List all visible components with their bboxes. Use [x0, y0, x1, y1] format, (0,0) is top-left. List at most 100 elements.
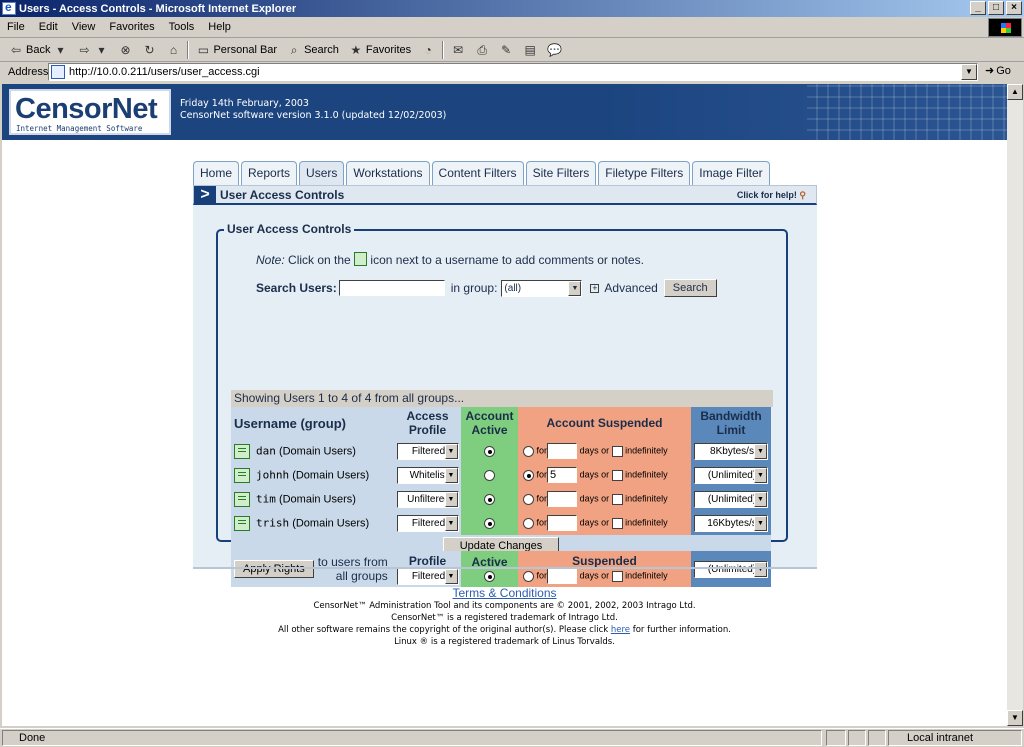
vertical-scrollbar[interactable]: ▲ ▼	[1007, 84, 1023, 726]
profile-select[interactable]: Filtered ▼	[396, 442, 459, 460]
apply-suspend-for-radio[interactable]	[523, 570, 535, 582]
tab-filetype-filters[interactable]: Filetype Filters	[598, 161, 691, 185]
profile-select[interactable]: Unfiltered ▼	[396, 490, 459, 508]
bandwidth-select[interactable]: 16Kbytes/s ▼	[694, 514, 768, 532]
suspended-cell: for days or indefinitely	[518, 439, 691, 463]
notes-book-icon[interactable]	[234, 515, 250, 531]
search-users-input[interactable]	[338, 280, 445, 296]
dropdown-arrow-icon[interactable]: ▾	[53, 43, 67, 57]
note-text-b: icon next to a username to add comments …	[370, 253, 644, 267]
group-select[interactable]: (all) ▼	[501, 279, 583, 297]
minimize-button[interactable]: _	[970, 1, 986, 15]
dropdown-arrow-icon[interactable]: ▾	[94, 43, 108, 57]
active-radio[interactable]	[484, 517, 495, 529]
note-text-a: Click on the	[288, 253, 351, 267]
tab-workstations[interactable]: Workstations	[346, 161, 430, 185]
footer-line-2: CensorNet™ is a registered trademark of …	[391, 613, 618, 623]
apply-indefinitely-checkbox[interactable]	[611, 570, 623, 582]
suspend-for-radio[interactable]	[523, 469, 535, 481]
menu-favorites[interactable]: Favorites	[102, 21, 161, 33]
active-radio[interactable]	[484, 493, 495, 505]
apply-bandwidth-select[interactable]: (Unlimited) ▼	[694, 560, 768, 578]
stop-button[interactable]: ⊗	[113, 40, 137, 60]
active-radio[interactable]	[484, 469, 495, 481]
chevron-down-icon: ▼	[444, 568, 458, 584]
indefinitely-checkbox[interactable]	[611, 469, 623, 481]
window-title-bar: Users - Access Controls - Microsoft Inte…	[0, 0, 1024, 17]
refresh-button[interactable]: ↻	[137, 40, 161, 60]
suspend-days-input[interactable]	[547, 443, 578, 459]
forward-button[interactable]: ⇨ ▾	[72, 40, 113, 60]
history-button[interactable]: ◔	[416, 40, 440, 60]
bandwidth-select[interactable]: (Unlimited) ▼	[694, 490, 768, 508]
advanced-link[interactable]: Advanced	[604, 281, 657, 295]
suspend-for-radio[interactable]	[523, 445, 535, 457]
terms-link[interactable]: Terms & Conditions	[2, 586, 1007, 600]
home-button[interactable]: ⌂	[161, 40, 185, 60]
apply-active-radio[interactable]	[484, 571, 495, 583]
help-link[interactable]: Click for help! ⚲	[737, 190, 806, 201]
mail-button[interactable]: ✉	[446, 40, 470, 60]
page-icon	[51, 65, 65, 79]
address-input[interactable]: http://10.0.0.211/users/user_access.cgi …	[48, 63, 978, 81]
tab-image-filter[interactable]: Image Filter	[692, 161, 770, 185]
address-dropdown-icon[interactable]: ▼	[961, 64, 977, 80]
notes-book-icon[interactable]	[234, 467, 250, 483]
menu-view[interactable]: View	[65, 21, 103, 33]
scroll-up-icon[interactable]: ▲	[1007, 84, 1023, 100]
search-button[interactable]: ⌕ Search	[282, 40, 344, 60]
ie-icon	[2, 0, 16, 15]
suspend-days-input[interactable]	[547, 515, 578, 531]
close-button[interactable]: ×	[1006, 1, 1022, 15]
menu-edit[interactable]: Edit	[32, 21, 65, 33]
user-group: (Domain Users)	[292, 468, 370, 481]
stop-icon: ⊗	[120, 42, 131, 57]
messenger-button[interactable]: 💬	[542, 40, 566, 60]
discuss-button[interactable]: ▤	[518, 40, 542, 60]
search-submit-button[interactable]: Search	[663, 279, 717, 297]
section-title-bar: > User Access Controls Click for help! ⚲	[193, 185, 817, 205]
notes-book-icon[interactable]	[234, 443, 250, 459]
tab-reports[interactable]: Reports	[241, 161, 298, 185]
suspend-for-radio[interactable]	[523, 517, 535, 529]
menu-file[interactable]: File	[0, 21, 32, 33]
tab-users[interactable]: Users	[299, 161, 345, 185]
suspend-days-input[interactable]	[547, 491, 578, 507]
suspend-days-input[interactable]: 5	[547, 467, 578, 483]
apply-rights-button[interactable]: Apply Rights	[234, 560, 314, 578]
profile-select[interactable]: Whitelist ▼	[396, 466, 459, 484]
indefinitely-checkbox[interactable]	[611, 517, 623, 529]
menu-help[interactable]: Help	[201, 21, 238, 33]
indefinitely-checkbox[interactable]	[611, 493, 623, 505]
bandwidth-select[interactable]: 8Kbytes/s ▼	[694, 442, 768, 460]
active-cell	[461, 487, 518, 511]
apply-profile-select[interactable]: Filtered ▼	[396, 567, 459, 585]
censornet-logo[interactable]: CensorNet Internet Management Software	[9, 89, 171, 135]
suspend-for-radio[interactable]	[523, 493, 535, 505]
fieldset-legend: User Access Controls	[224, 222, 355, 236]
menu-tools[interactable]: Tools	[162, 21, 202, 33]
edit-button[interactable]: ✎	[494, 40, 518, 60]
scroll-down-icon[interactable]: ▼	[1007, 710, 1023, 726]
tab-home[interactable]: Home	[193, 161, 240, 185]
personal-bar-button[interactable]: ▭ Personal Bar	[191, 40, 282, 60]
windows-logo-icon	[988, 18, 1022, 37]
header-version: CensorNet software version 3.1.0 (update…	[180, 110, 447, 121]
expand-plus-icon[interactable]: +	[590, 283, 600, 293]
print-button[interactable]: ⎙	[470, 40, 494, 60]
user-group: (Domain Users)	[292, 516, 370, 529]
profile-select[interactable]: Filtered ▼	[396, 514, 459, 532]
apply-suspend-days-input[interactable]	[547, 568, 578, 584]
favorites-button[interactable]: ★ Favorites	[344, 40, 416, 60]
indefinitely-checkbox[interactable]	[611, 445, 623, 457]
tab-content-filters[interactable]: Content Filters	[431, 161, 524, 185]
here-link[interactable]: here	[611, 625, 630, 635]
table-row: johnh (Domain Users) Whitelist ▼ for 5 day…	[231, 463, 771, 487]
go-button[interactable]: ➜ Go	[985, 64, 1011, 78]
bandwidth-select[interactable]: (Unlimited) ▼	[694, 466, 768, 484]
maximize-button[interactable]: □	[988, 1, 1004, 15]
active-radio[interactable]	[484, 445, 495, 457]
tab-site-filters[interactable]: Site Filters	[525, 161, 597, 185]
notes-book-icon[interactable]	[234, 491, 250, 507]
back-button[interactable]: ⇦ Back ▾	[4, 40, 72, 60]
